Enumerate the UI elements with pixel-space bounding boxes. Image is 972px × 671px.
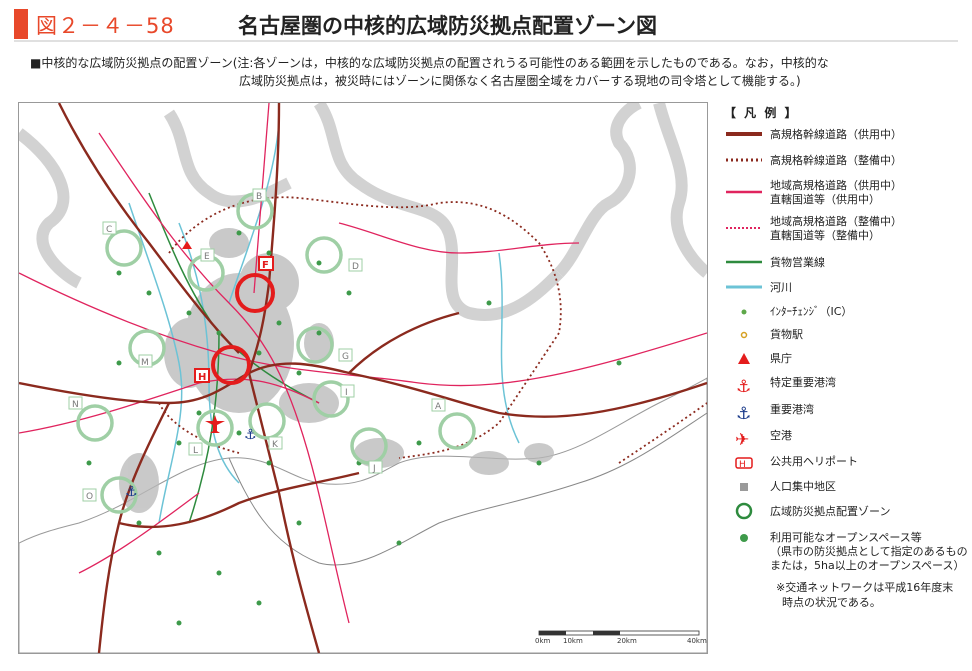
legend-items: 高規格幹線道路（供用中） 高規格幹線道路（整備中） 地域高規格道路（供用中） 直轄… <box>724 0 968 671</box>
mountain-band <box>19 128 82 289</box>
zone-n[interactable] <box>76 404 114 442</box>
regional-road-line-icon <box>726 190 762 194</box>
zone-label-n: N <box>72 400 79 410</box>
svg-text:H: H <box>739 460 746 470</box>
expressway-dotted-icon <box>726 158 762 162</box>
scale-label-10: 10km <box>563 637 583 645</box>
open-space-icon <box>740 534 748 542</box>
mountain-band <box>163 109 292 208</box>
figure-number: 図２－４－58 <box>36 14 175 38</box>
regional-road-dotted-icon <box>726 227 762 229</box>
zone-label-h: H <box>198 372 206 383</box>
svg-text:⚓: ⚓ <box>125 484 138 500</box>
zone-label-g: G <box>342 352 349 362</box>
zone-label-m: M <box>141 358 149 368</box>
map-svg: A B C D E F G H I J K L M N O ⚓ ⚓ 0km 10… <box>19 103 707 653</box>
svg-text:⚓: ⚓ <box>736 404 751 424</box>
zone-label-e: E <box>204 252 210 262</box>
mountain-band <box>313 103 564 321</box>
zone-label-j: J <box>372 464 376 474</box>
zone-c[interactable] <box>105 229 143 267</box>
svg-text:⚓: ⚓ <box>736 377 751 397</box>
helicopter-icon: H <box>735 457 753 470</box>
zone-label-i: I <box>345 388 348 398</box>
scale-label-20: 20km <box>617 637 637 645</box>
prefectural-office-icon <box>182 241 192 249</box>
mountain-band <box>554 103 642 278</box>
zone-d[interactable] <box>305 236 343 274</box>
anchor-red-icon: ⚓ <box>736 377 751 397</box>
zone-label-c: C <box>106 225 112 235</box>
zone-label-l: L <box>193 446 198 456</box>
zone-label-b: B <box>256 192 262 202</box>
zone-label-a: A <box>435 402 442 412</box>
freight-rail-icon <box>726 260 762 264</box>
zone-a[interactable] <box>438 412 476 450</box>
scale-label-0: 0km <box>535 637 551 645</box>
zone-circle-icon <box>735 502 753 520</box>
airport-icon <box>205 415 225 433</box>
svg-text:✈: ✈ <box>735 430 749 450</box>
scale-label-40: 40km <box>687 637 707 645</box>
figure-title: 名古屋圏の中核的広域防災拠点配置ゾーン図 <box>238 14 657 38</box>
title-accent-mark <box>14 9 28 39</box>
anchor-blue-icon: ⚓ <box>736 404 751 424</box>
legend-note-line-1: ※交通ネットワークは平成16年度末 <box>776 581 954 594</box>
zone-label-o: O <box>86 492 93 502</box>
legend-note-line-2: 時点の状況である。 <box>782 596 881 609</box>
svg-text:⚓: ⚓ <box>244 427 257 443</box>
airplane-icon: ✈ <box>735 430 749 450</box>
zone-label-d: D <box>352 262 359 272</box>
map-panel[interactable]: A B C D E F G H I J K L M N O ⚓ ⚓ 0km 10… <box>18 102 708 654</box>
mountain-band <box>653 103 707 278</box>
legend-note: ※交通ネットワークは平成16年度末 時点の状況である。 <box>776 580 953 610</box>
expressway-line-icon <box>726 132 762 136</box>
zone-label-f: F <box>262 260 269 271</box>
